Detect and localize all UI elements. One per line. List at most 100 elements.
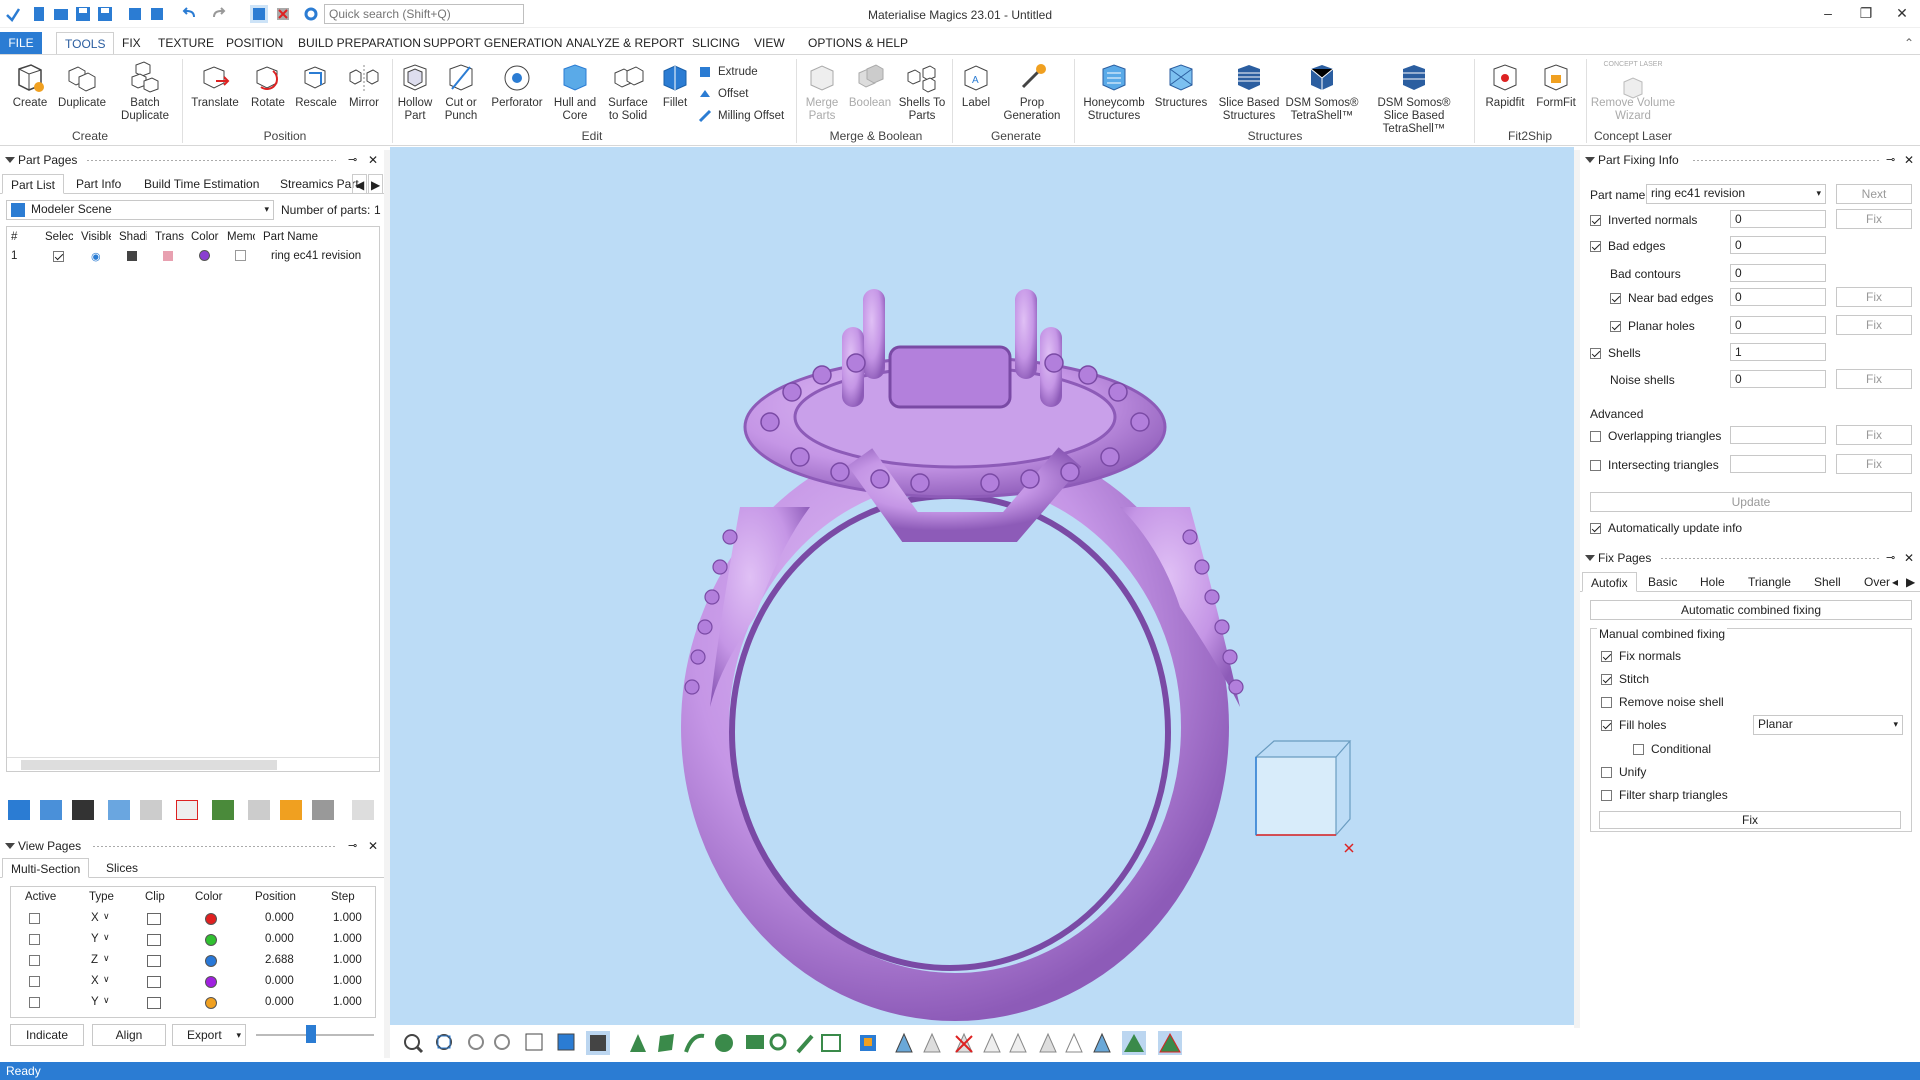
perforator-button[interactable]: Perforator (488, 61, 546, 110)
unmark-icon[interactable] (923, 1032, 941, 1053)
select-box-icon[interactable] (746, 1035, 764, 1049)
update-button[interactable]: Update (1590, 492, 1912, 512)
orientation-cube-icon[interactable] (1255, 740, 1354, 853)
close-panel-icon[interactable]: ✕ (368, 150, 378, 170)
section-step[interactable]: 1.000 (333, 954, 362, 966)
hollow-part-button[interactable]: Hollow Part (396, 61, 434, 123)
col-num[interactable]: # (11, 231, 21, 243)
section-active-checkbox[interactable] (29, 976, 40, 987)
stitch-checkbox[interactable] (1601, 674, 1612, 685)
indicate-button[interactable]: Indicate (10, 1024, 84, 1046)
mark-plane-icon[interactable] (1065, 1032, 1083, 1053)
section-type[interactable]: Y (91, 996, 99, 1008)
fix-normals-checkbox[interactable] (1601, 651, 1612, 662)
tab-build-time[interactable]: Build Time Estimation (136, 174, 267, 194)
create-button[interactable]: Create (8, 61, 52, 110)
transparency-icon[interactable] (163, 251, 173, 261)
table-row[interactable]: Z ∨ 2.688 1.000 (11, 951, 375, 971)
tab-hole[interactable]: Hole (1692, 572, 1733, 592)
tab-overlap[interactable]: Over (1856, 572, 1890, 592)
col-part-name[interactable]: Part Name (263, 231, 318, 243)
tab-shell[interactable]: Shell (1806, 572, 1849, 592)
pin-icon[interactable]: ⊸ (1886, 548, 1895, 568)
close-panel-icon[interactable]: ✕ (1904, 150, 1914, 170)
scene-select[interactable]: Modeler Scene ▾ (6, 200, 274, 220)
offset-button[interactable]: Offset (698, 85, 748, 103)
next-button[interactable]: Next (1836, 184, 1912, 204)
section-step[interactable]: 1.000 (333, 933, 362, 945)
clip-icon[interactable] (147, 976, 161, 988)
table-row[interactable]: Y ∨ 0.000 1.000 (11, 930, 375, 950)
hide-parts-icon[interactable] (140, 800, 162, 820)
show-parts-icon[interactable] (108, 800, 130, 820)
right-splitter[interactable] (1574, 150, 1580, 1028)
shading-mode-icon[interactable] (586, 1031, 610, 1055)
intersecting-checkbox[interactable] (1590, 460, 1601, 471)
shells-to-parts-button[interactable]: Shells To Parts (898, 61, 946, 123)
select-visible-icon[interactable] (72, 800, 94, 820)
grid-select-icon[interactable] (821, 1034, 841, 1052)
section-color-swatch[interactable] (205, 913, 217, 925)
zoom-in-icon[interactable] (468, 1034, 484, 1050)
section-position[interactable]: 2.688 (265, 954, 294, 966)
rapidfit-button[interactable]: Rapidfit (1480, 61, 1530, 110)
section-active-checkbox[interactable] (29, 913, 40, 924)
overlapping-checkbox[interactable] (1590, 431, 1601, 442)
chevron-down-icon[interactable]: ∨ (103, 953, 110, 964)
select-triangle-icon[interactable] (630, 1034, 646, 1052)
fix-row-value[interactable]: 0 (1730, 210, 1826, 228)
close-panel-icon[interactable]: ✕ (1904, 548, 1914, 568)
section-position[interactable]: 0.000 (265, 996, 294, 1008)
collapse-icon[interactable] (5, 843, 15, 849)
select-all-icon[interactable] (8, 800, 30, 820)
intersecting-fix-button[interactable]: Fix (1836, 454, 1912, 474)
select-curve-icon[interactable] (684, 1033, 705, 1053)
maximize-button[interactable]: ❐ (1846, 2, 1886, 24)
menu-build-preparation[interactable]: BUILD PREPARATION (290, 32, 429, 54)
clip-icon[interactable] (147, 913, 161, 925)
table-row[interactable]: 1 ◉ ring ec41 revision (7, 247, 379, 265)
list-options-icon[interactable] (352, 800, 374, 820)
menu-options-help[interactable]: OPTIONS & HELP (800, 32, 916, 54)
extrude-button[interactable]: Extrude (698, 63, 758, 81)
3d-viewport[interactable] (390, 147, 1574, 1025)
mark-visible-icon[interactable] (1093, 1032, 1111, 1053)
tabs-scroll-right[interactable]: ▶ (368, 174, 384, 194)
tetrashell-button[interactable]: DSM Somos® TetraShell™ (1284, 61, 1360, 123)
formfit-button[interactable]: FormFit (1532, 61, 1580, 110)
collapse-icon[interactable] (1585, 555, 1595, 561)
grey-part-icon[interactable] (312, 800, 334, 820)
fix-row-checkbox[interactable] (1590, 241, 1601, 252)
menu-file[interactable]: FILE (0, 32, 42, 54)
fix-row-value[interactable]: 0 (1730, 288, 1826, 306)
fill-mode-select[interactable]: Planar ▾ (1753, 715, 1903, 735)
fix-row-checkbox[interactable] (1590, 215, 1601, 226)
shrink-marking-icon[interactable] (1009, 1032, 1027, 1053)
tabs-scroll-left[interactable]: ◂ (1890, 572, 1900, 592)
memo-icon[interactable] (235, 250, 246, 261)
export-button[interactable]: Export ▾ (172, 1024, 246, 1046)
table-row[interactable]: X ∨ 0.000 1.000 (11, 972, 375, 992)
fillet-button[interactable]: Fillet (658, 61, 692, 110)
section-active-checkbox[interactable] (29, 997, 40, 1008)
align-button[interactable]: Align (92, 1024, 166, 1046)
col-memo[interactable]: Memo (227, 231, 255, 243)
col-shading[interactable]: Shading (119, 231, 147, 243)
collapse-icon[interactable] (1585, 157, 1595, 163)
section-position[interactable]: 0.000 (265, 912, 294, 924)
close-button[interactable]: ✕ (1882, 2, 1920, 24)
menu-analyze-report[interactable]: ANALYZE & REPORT (558, 32, 692, 54)
tab-slices[interactable]: Slices (98, 858, 146, 878)
section-active-checkbox[interactable] (29, 934, 40, 945)
invert-marking-icon[interactable] (1039, 1032, 1057, 1053)
section-type[interactable]: X (91, 912, 99, 924)
batch-duplicate-button[interactable]: Batch Duplicate (116, 61, 174, 123)
part-select-icon[interactable] (860, 1035, 876, 1051)
section-slider[interactable] (256, 1025, 374, 1043)
ring-model[interactable] (390, 147, 1574, 1025)
remove-volume-wizard-button[interactable]: CONCEPT LASER Remove Volume Wizard (1590, 61, 1676, 123)
section-color-swatch[interactable] (205, 997, 217, 1009)
unmark-all-icon[interactable] (955, 1032, 973, 1053)
eye-icon[interactable]: ◉ (91, 250, 101, 263)
select-shell-icon[interactable] (715, 1034, 733, 1052)
